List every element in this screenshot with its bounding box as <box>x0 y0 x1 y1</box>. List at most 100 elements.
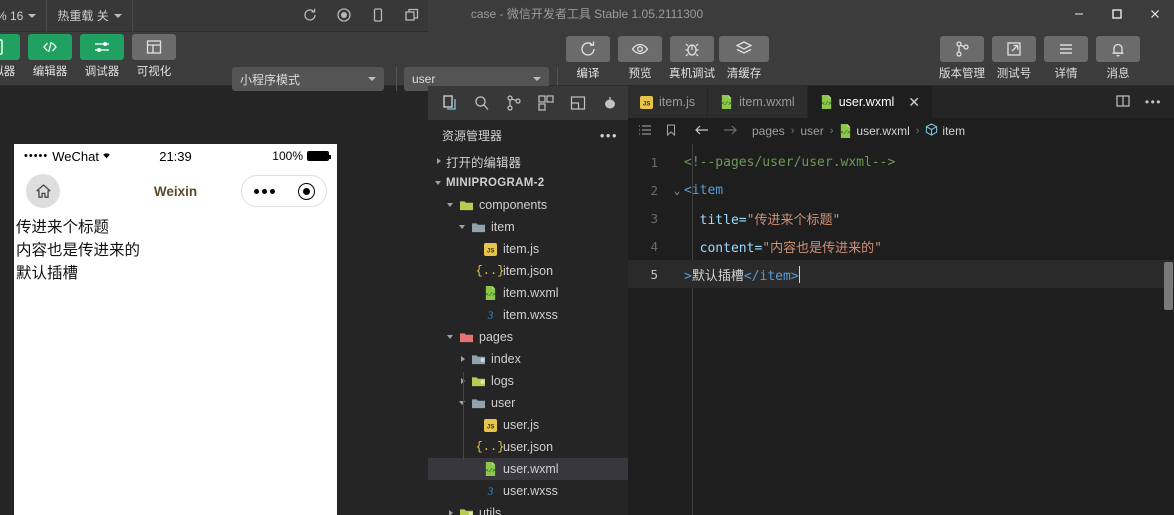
chevron-down-icon[interactable] <box>446 332 456 342</box>
battery-percent: 100% <box>272 149 303 163</box>
editor-tab-item.wxml[interactable]: </> item.wxml <box>708 86 808 118</box>
toolbar-button-清缓存[interactable]: 清缓存 <box>718 36 770 81</box>
toolbar-button-调试器[interactable]: 调试器 <box>76 34 128 79</box>
debug-icon[interactable] <box>594 86 626 120</box>
search-icon[interactable] <box>466 86 498 120</box>
line-number: 4 <box>650 238 658 254</box>
folder-icon <box>470 221 486 234</box>
popout-icon[interactable] <box>404 7 420 26</box>
tree-file-item.js[interactable]: JS item.js <box>428 238 628 260</box>
wxss-file-icon: 3 <box>482 484 498 498</box>
device-icon[interactable] <box>370 7 386 26</box>
list-icon[interactable] <box>638 123 652 140</box>
ellipsis-icon[interactable]: ••• <box>600 128 618 143</box>
device-scale-select[interactable]: % 16 <box>0 0 48 32</box>
phone-content-line: 默认插槽 <box>16 265 79 282</box>
extensions-icon[interactable] <box>530 86 562 120</box>
code-line[interactable]: 1 <!--pages/user/user.wxml--> <box>628 148 1174 176</box>
tree-folder-logs[interactable]: logs <box>428 370 628 392</box>
ellipsis-icon[interactable]: ••• <box>1145 95 1162 109</box>
code-line[interactable]: 5 >默认插槽</item> <box>628 260 1174 288</box>
tree-folder-user[interactable]: user <box>428 392 628 414</box>
explorer-title: 资源管理器 <box>442 128 503 143</box>
more-dots-icon[interactable] <box>253 188 275 194</box>
tree-folder-item[interactable]: item <box>428 216 628 238</box>
toolbar-button-模拟器[interactable]: 模拟器 <box>0 34 24 79</box>
tree-file-user.wxml[interactable]: </> user.wxml <box>428 458 628 480</box>
mode-select[interactable]: 小程序模式 <box>232 67 384 91</box>
tree-folder-pages[interactable]: pages <box>428 326 628 348</box>
hot-reload-select[interactable]: 热重载 关 <box>47 0 133 32</box>
close-button[interactable] <box>1136 0 1174 28</box>
bookmark-icon[interactable] <box>664 123 678 140</box>
target-icon[interactable] <box>297 182 315 200</box>
toolbar-button-可视化[interactable]: 可视化 <box>128 34 180 79</box>
editor-tab-item.js[interactable]: JS item.js <box>628 86 709 118</box>
toolbar-button-label: 真机调试 <box>669 68 715 80</box>
tree-file-user.wxss[interactable]: 3 user.wxss <box>428 480 628 502</box>
layout-icon[interactable] <box>562 86 594 120</box>
tree-item-label: user <box>491 396 516 410</box>
scrollbar-thumb[interactable] <box>1164 262 1173 310</box>
breadcrumb-item-item[interactable]: item <box>925 123 965 139</box>
tree-folder-index[interactable]: index <box>428 348 628 370</box>
maximize-button[interactable] <box>1098 0 1136 28</box>
breadcrumb-item-pages[interactable]: pages <box>752 124 785 138</box>
chevron-right-icon[interactable] <box>446 508 456 515</box>
toolbar-button-预览[interactable]: 预览 <box>614 36 666 81</box>
arrow-right-icon[interactable] <box>722 123 738 140</box>
toolbar-button-编译[interactable]: 编译 <box>562 36 614 81</box>
fold-chevron-icon[interactable]: ⌄ <box>670 184 684 197</box>
tree-file-item.wxss[interactable]: 3 item.wxss <box>428 304 628 326</box>
code-line[interactable]: 4 content="内容也是传进来的" <box>628 232 1174 260</box>
capsule-menu[interactable] <box>241 175 327 207</box>
tree-folder-components[interactable]: components <box>428 194 628 216</box>
toolbar-button-测试号[interactable]: 测试号 <box>988 36 1040 81</box>
code-area[interactable]: 1 <!--pages/user/user.wxml--> 2 ⌄ <item 3 tit… <box>628 144 1174 515</box>
record-icon[interactable] <box>336 7 352 26</box>
code-line[interactable]: 3 title="传进来个标题" <box>628 204 1174 232</box>
files-icon[interactable] <box>434 86 466 120</box>
json-file-icon: {..} <box>475 264 505 278</box>
toolbar-button-label: 清缓存 <box>726 68 762 80</box>
minimize-button[interactable] <box>1060 0 1098 28</box>
toolbar-button-label: 消息 <box>1106 68 1130 80</box>
close-icon[interactable]: ✕ <box>908 95 920 109</box>
breadcrumb-item-user[interactable]: user <box>800 124 823 138</box>
toolbar-button-编辑器[interactable]: 编辑器 <box>24 34 76 79</box>
bell-icon <box>1096 36 1140 62</box>
refresh-icon[interactable] <box>302 7 318 26</box>
phone-preview[interactable]: ••••• WeChat 21:39 100% Weixin 传进来个标题 内容… <box>14 144 337 515</box>
editor-scrollbar[interactable] <box>1162 144 1174 515</box>
breadcrumb-item-user.wxml[interactable]: </> user.wxml <box>839 124 910 138</box>
file-tree: components item JS item.js {..} item.json </>… <box>428 194 628 515</box>
code-editor-panel: JS item.js </> item.wxml </> user.wxml ✕ ••• p… <box>628 86 1174 515</box>
wechat-devtools-window: 编辑工具转到选择视图界面设置帮助微信开发者工具 case - 微信开发者工具 S… <box>0 0 1174 515</box>
tree-file-user.js[interactable]: JS user.js <box>428 414 628 436</box>
tree-folder-utils[interactable]: utils <box>428 502 628 515</box>
editor-tab-user.wxml[interactable]: </> user.wxml ✕ <box>807 86 933 118</box>
chevron-right-icon[interactable] <box>458 354 468 364</box>
toolbar-button-label: 可视化 <box>136 66 172 78</box>
tree-file-item.wxml[interactable]: </> item.wxml <box>428 282 628 304</box>
code-line[interactable]: 2 ⌄ <item <box>628 176 1174 204</box>
project-root-row[interactable]: MINIPROGRAM-2 <box>428 172 628 194</box>
source-control-icon[interactable] <box>498 86 530 120</box>
svg-text:</>: </> <box>485 467 496 474</box>
chevron-down-icon[interactable] <box>458 222 468 232</box>
toolbar-button-详情[interactable]: 详情 <box>1040 36 1092 81</box>
open-editors-row[interactable]: 打开的编辑器 <box>428 150 628 172</box>
toolbar-button-真机调试[interactable]: 真机调试 <box>666 36 718 81</box>
toolbar-button-版本管理[interactable]: 版本管理 <box>936 36 988 81</box>
chevron-down-icon[interactable] <box>446 200 456 210</box>
toolbar-button-消息[interactable]: 消息 <box>1092 36 1144 81</box>
arrow-left-icon[interactable] <box>694 123 710 140</box>
toolbar-button-label: 模拟器 <box>0 66 16 78</box>
page-select-value: user <box>412 72 436 86</box>
tree-file-user.json[interactable]: {..} user.json <box>428 436 628 458</box>
split-editor-icon[interactable] <box>1115 93 1131 112</box>
tree-file-item.json[interactable]: {..} item.json <box>428 260 628 282</box>
wxml-file-icon: </> <box>482 286 498 300</box>
